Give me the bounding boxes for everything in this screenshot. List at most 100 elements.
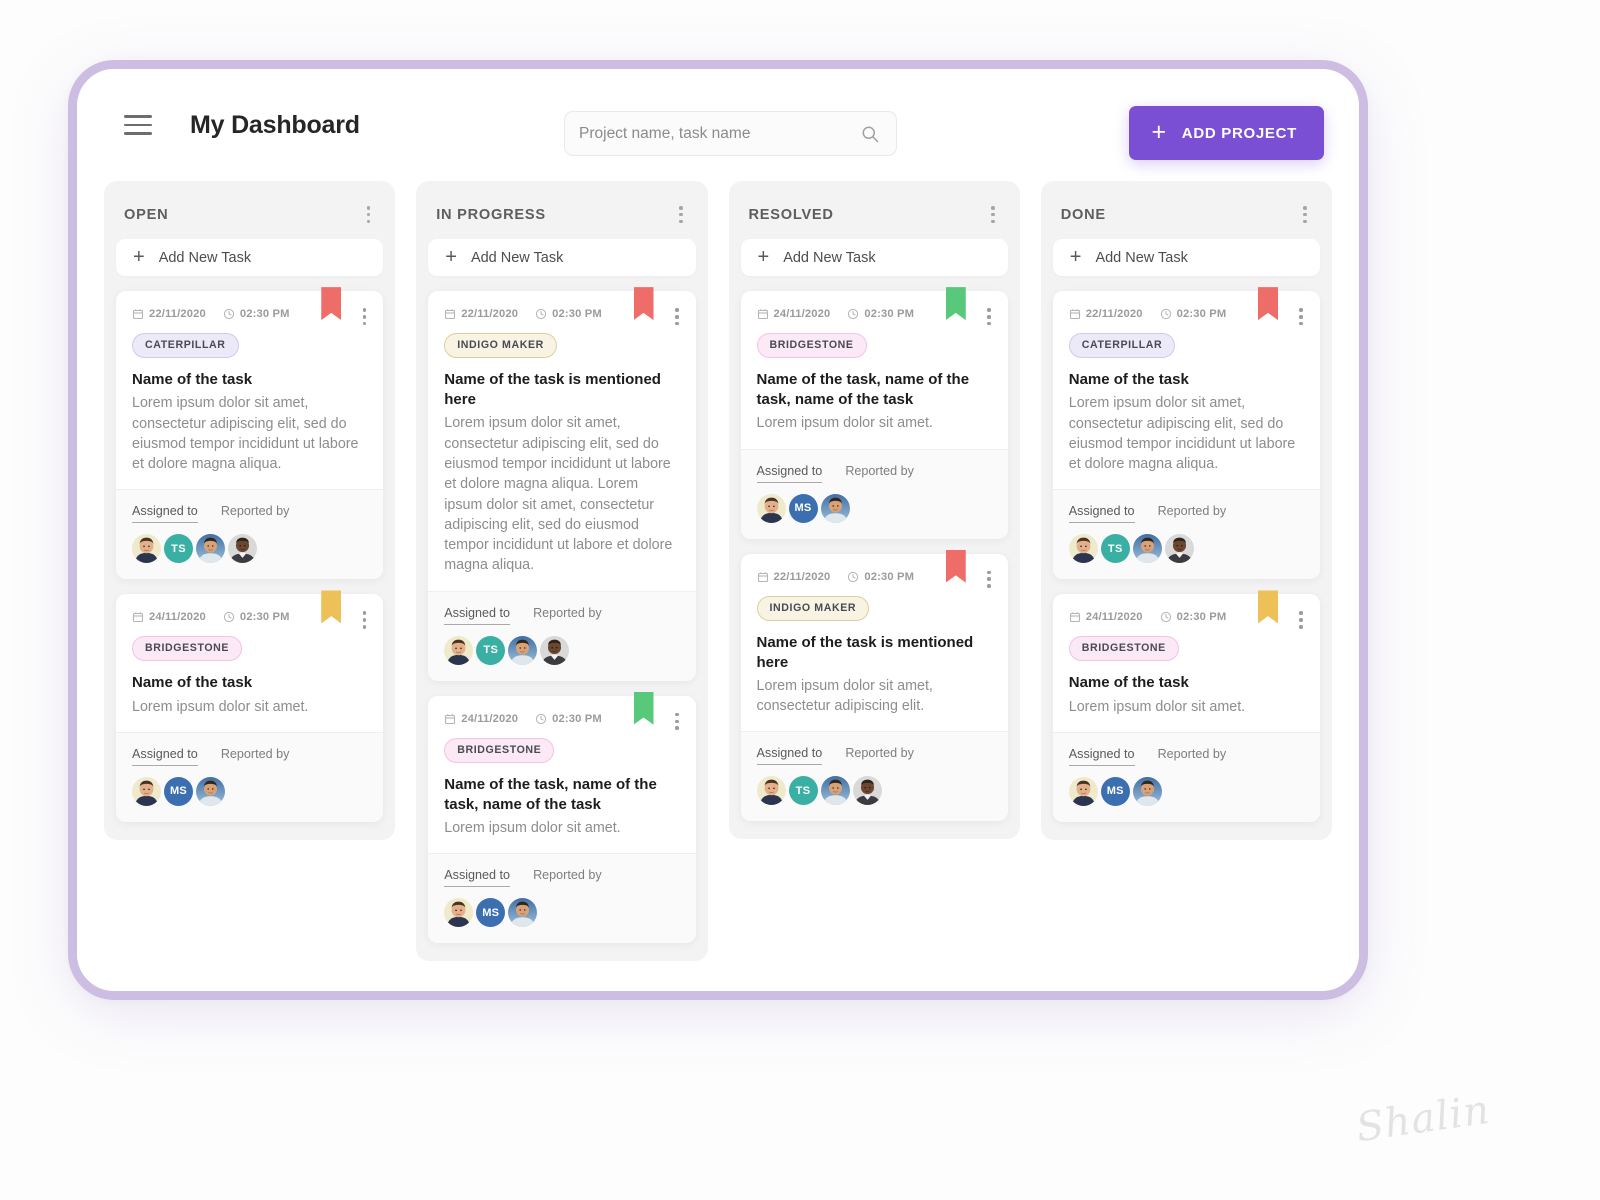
card-time: 02:30 PM [223,611,290,623]
avatar-initials[interactable]: MS [476,898,506,928]
add-new-task-button[interactable]: + Add New Task [428,239,696,277]
calendar-icon [445,713,456,724]
tab-reported-by[interactable]: Reported by [1158,747,1227,766]
avatar[interactable] [540,635,570,665]
search-input[interactable] [579,124,860,143]
project-tag[interactable]: BRIDGESTONE [132,636,243,662]
column-menu-button[interactable] [674,203,688,226]
task-card[interactable]: 22/11/2020 02:30 PM CATERPILLAR Name of the… [116,287,384,580]
card-footer: Assigned to Reported by MS [1052,731,1320,822]
avatar[interactable] [228,534,257,564]
task-card[interactable]: 24/11/2020 02:30 PM BRIDGESTONE Name of the… [1052,590,1320,822]
card-meta: 24/11/2020 02:30 PM [1069,611,1304,623]
project-tag[interactable]: BRIDGESTONE [1068,636,1179,662]
avatar-initials[interactable]: MS [164,776,193,806]
avatar-initials[interactable]: TS [788,776,818,806]
avatar[interactable] [1068,534,1098,564]
tab-reported-by[interactable]: Reported by [533,606,602,625]
task-card[interactable]: 24/11/2020 02:30 PM BRIDGESTONE Name of the… [428,691,696,944]
avatar-initials[interactable]: TS [1100,534,1130,564]
avatar-initials[interactable]: TS [164,534,193,564]
people-tabs: Assigned to Reported by [756,746,992,766]
card-footer: Assigned to Reported by TS [116,489,384,580]
avatar-photo [756,776,786,806]
avatar[interactable] [1132,776,1162,806]
search-bar[interactable] [564,111,897,156]
board-column-done: DONE + Add New Task 22/11/2020 02:30 PM CATER… [1040,181,1332,840]
avatar[interactable] [756,493,786,523]
tab-assigned-to[interactable]: Assigned to [756,464,823,483]
add-new-task-label: Add New Task [783,249,876,266]
avatar[interactable] [196,776,225,806]
avatar[interactable] [444,898,474,928]
avatar[interactable] [132,776,161,806]
tab-reported-by[interactable]: Reported by [221,504,290,523]
avatar[interactable] [1132,534,1162,564]
tab-reported-by[interactable]: Reported by [221,747,290,766]
avatar-group: MS [132,776,367,806]
avatar-initials[interactable]: TS [476,635,506,665]
project-tag[interactable]: INDIGO MAKER [756,595,870,621]
tab-assigned-to[interactable]: Assigned to [132,504,198,524]
tab-reported-by[interactable]: Reported by [845,464,914,483]
project-tag[interactable]: BRIDGESTONE [756,333,867,359]
column-menu-button[interactable] [986,203,1000,226]
project-tag[interactable]: BRIDGESTONE [444,737,555,763]
project-tag[interactable]: CATERPILLAR [132,333,239,359]
hamburger-icon[interactable] [121,108,155,142]
add-new-task-button[interactable]: + Add New Task [740,239,1008,277]
task-title: Name of the task [1068,674,1189,692]
avatar[interactable] [132,534,161,564]
avatar-photo [196,534,225,564]
avatar-group: TS [132,534,367,564]
tab-assigned-to[interactable]: Assigned to [756,746,823,766]
column-header: OPEN [116,192,383,239]
add-new-task-button[interactable]: + Add New Task [1052,239,1320,277]
card-meta: 24/11/2020 02:30 PM [444,713,679,725]
app-window: My Dashboard + ADD PROJECT OPEN + Add New … [77,69,1359,991]
tab-assigned-to[interactable]: Assigned to [1068,504,1135,524]
card-time: 02:30 PM [535,713,602,725]
avatar-group: TS [444,635,679,665]
tab-reported-by[interactable]: Reported by [533,868,602,887]
tab-reported-by[interactable]: Reported by [1158,504,1227,523]
card-footer: Assigned to Reported by TS [428,590,696,681]
task-description: Lorem ipsum dolor sit amet, consectetur … [1068,395,1296,473]
task-card[interactable]: 24/11/2020 02:30 PM BRIDGESTONE Name of the… [740,287,1008,539]
task-card[interactable]: 24/11/2020 02:30 PM BRIDGESTONE Name of the… [116,590,384,822]
avatar[interactable] [444,635,474,665]
card-meta: 22/11/2020 02:30 PM [1069,308,1304,320]
avatar[interactable] [508,635,538,665]
add-new-task-button[interactable]: + Add New Task [116,239,384,277]
column-header: IN PROGRESS [428,192,695,239]
project-tag[interactable]: INDIGO MAKER [444,333,557,359]
add-project-button[interactable]: + ADD PROJECT [1129,106,1324,160]
avatar[interactable] [508,898,538,928]
plus-icon: + [133,245,145,268]
column-header: RESOLVED [741,192,1008,239]
avatar[interactable] [1068,776,1098,806]
task-card[interactable]: 22/11/2020 02:30 PM INDIGO MAKER Name of th… [740,549,1008,822]
avatar-initials[interactable]: MS [1100,776,1130,806]
tab-reported-by[interactable]: Reported by [845,746,914,765]
avatar[interactable] [820,776,850,806]
card-time-text: 02:30 PM [1176,308,1227,321]
tab-assigned-to[interactable]: Assigned to [132,747,198,766]
column-menu-button[interactable] [1298,203,1312,226]
avatar-photo [508,898,538,928]
avatar[interactable] [756,776,786,806]
card-meta: 22/11/2020 02:30 PM [132,308,367,320]
avatar[interactable] [1164,534,1194,564]
task-card[interactable]: 22/11/2020 02:30 PM INDIGO MAKER Name of th… [428,287,696,681]
project-tag[interactable]: CATERPILLAR [1068,333,1176,359]
tab-assigned-to[interactable]: Assigned to [444,868,511,888]
avatar[interactable] [820,493,850,523]
avatar[interactable] [196,534,225,564]
tab-assigned-to[interactable]: Assigned to [444,606,511,625]
avatar-group: MS [1068,776,1304,806]
task-card[interactable]: 22/11/2020 02:30 PM CATERPILLAR Name of the… [1052,287,1320,580]
tab-assigned-to[interactable]: Assigned to [1068,747,1135,766]
avatar[interactable] [852,776,882,806]
column-menu-button[interactable] [362,203,376,226]
avatar-initials[interactable]: MS [788,493,818,523]
